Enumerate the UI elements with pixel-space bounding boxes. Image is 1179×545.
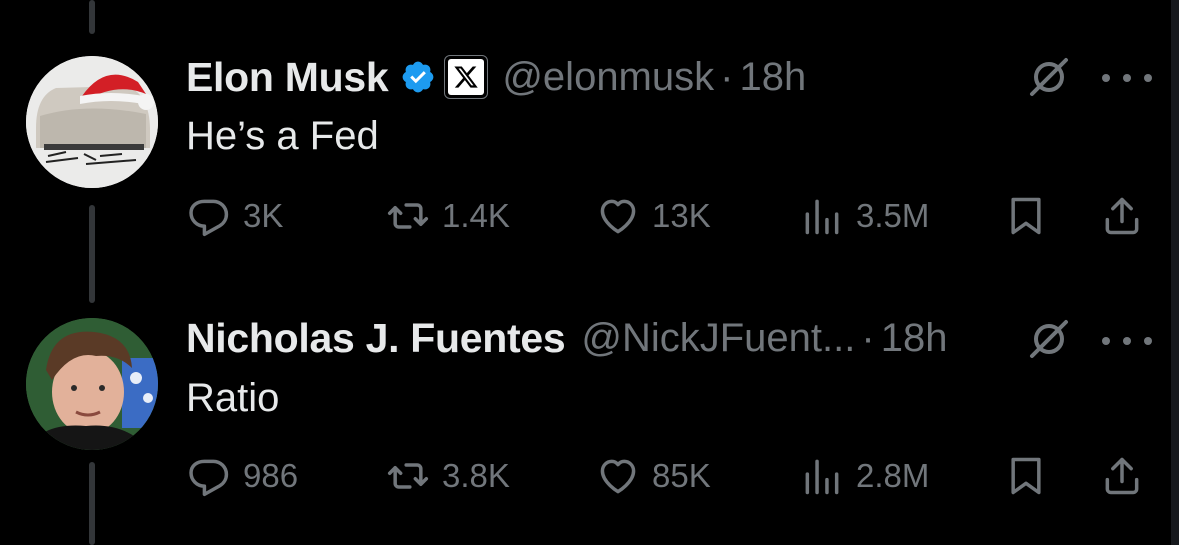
tweet-header: Nicholas J. Fuentes @NickJFuent... · 18h <box>186 313 947 363</box>
views-button[interactable]: 3.5M <box>800 194 929 238</box>
repost-icon <box>387 203 429 229</box>
avatar-image <box>26 56 158 188</box>
bookmark-icon[interactable] <box>1004 194 1048 238</box>
user-handle[interactable]: @elonmusk <box>502 55 714 100</box>
timestamp[interactable]: 18h <box>739 55 806 100</box>
avatar[interactable] <box>26 318 158 450</box>
views-count: 3.5M <box>856 197 930 234</box>
x-logo-icon[interactable] <box>444 55 489 99</box>
separator-dot: · <box>720 54 734 99</box>
like-count: 13K <box>652 197 711 234</box>
share-icon[interactable] <box>1100 454 1144 498</box>
repost-count: 1.4K <box>442 197 510 234</box>
grok-icon[interactable] <box>1026 316 1072 362</box>
heart-icon <box>600 199 636 234</box>
share-icon[interactable] <box>1100 194 1144 238</box>
reply-count: 3K <box>243 197 284 234</box>
verified-badge-icon[interactable] <box>400 59 436 95</box>
bookmark-icon[interactable] <box>1004 454 1048 498</box>
reply-icon <box>189 199 229 237</box>
scrollbar-track <box>1171 0 1179 545</box>
reply-icon <box>189 459 229 497</box>
repost-count: 3.8K <box>442 457 510 494</box>
tweet-text: Ratio <box>186 376 280 420</box>
views-icon <box>805 199 839 235</box>
tweet-header: Elon Musk @elonmusk · 18h <box>186 52 806 102</box>
reply-button[interactable]: 986 <box>187 454 298 498</box>
heart-icon <box>600 459 636 494</box>
display-name[interactable]: Elon Musk <box>186 54 389 101</box>
thread-line-middle <box>89 205 95 303</box>
separator-dot: · <box>861 315 875 360</box>
repost-button[interactable]: 1.4K <box>386 194 510 238</box>
timestamp[interactable]: 18h <box>881 316 948 361</box>
repost-icon <box>387 463 429 489</box>
more-options-icon[interactable] <box>1102 70 1152 86</box>
repost-button[interactable]: 3.8K <box>386 454 510 498</box>
views-button[interactable]: 2.8M <box>800 454 929 498</box>
thread-line-bottom <box>89 462 95 545</box>
thread-line-top <box>89 0 95 34</box>
like-count: 85K <box>652 457 711 494</box>
x-logo-glyph <box>454 66 479 88</box>
tweet-text: He’s a Fed <box>186 114 379 158</box>
views-count: 2.8M <box>856 457 930 494</box>
avatar[interactable] <box>26 56 158 188</box>
reply-button[interactable]: 3K <box>187 194 283 238</box>
like-button[interactable]: 85K <box>596 454 711 498</box>
views-icon <box>805 459 839 495</box>
more-options-icon[interactable] <box>1102 333 1152 349</box>
grok-icon[interactable] <box>1026 54 1072 100</box>
avatar-image <box>26 318 158 450</box>
reply-count: 986 <box>243 457 299 494</box>
user-handle[interactable]: @NickJFuent... <box>581 316 855 361</box>
display-name[interactable]: Nicholas J. Fuentes <box>186 315 566 362</box>
like-button[interactable]: 13K <box>596 194 711 238</box>
